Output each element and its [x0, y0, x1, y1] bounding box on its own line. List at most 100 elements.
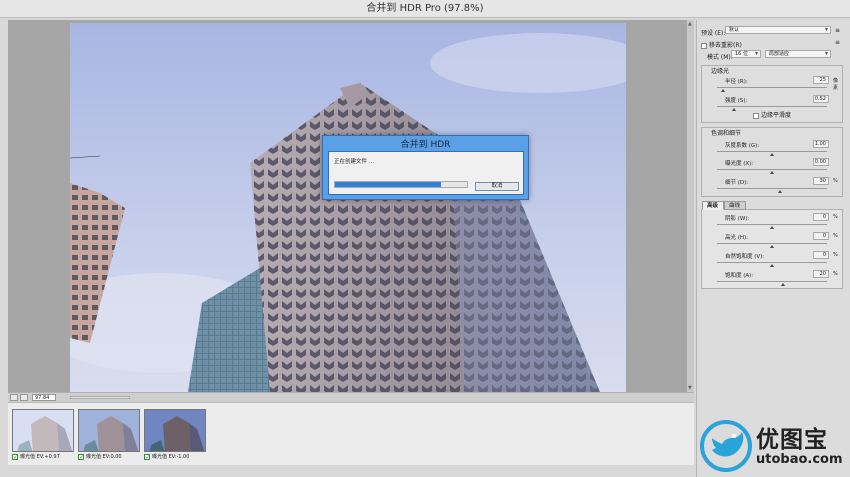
shadow-knob[interactable]	[770, 226, 774, 229]
hdr-settings-panel: 预设 (E): 默认 ≡ 移去重影(R) ≡ 模式 (M): 16 位 局部适应…	[696, 20, 850, 477]
hdr-preview-image	[70, 23, 626, 392]
detail-unit: %	[833, 178, 838, 184]
shadow-track[interactable]	[717, 224, 827, 225]
radius-slider-row: 半径 (R): 25 像素	[717, 76, 839, 95]
exposure-slider-row: 曝光度 (X): 0.00	[717, 158, 835, 177]
merge-progress-dialog: 合并到 HDR 正在创建文件 ... 取消	[322, 135, 529, 200]
radius-unit: 像素	[833, 78, 839, 91]
smooth-edges-option[interactable]: 边缘平滑度	[753, 110, 791, 119]
exposure-knob[interactable]	[770, 171, 774, 174]
vibrance-slider-row: 自然饱和度 (V): 0 %	[717, 251, 838, 270]
shadow-slider-row: 阴影 (W): 0 %	[717, 213, 838, 232]
mode-label: 模式 (M):	[707, 54, 733, 61]
dialog-body: 正在创建文件 ... 取消	[328, 151, 524, 195]
thumbnail-image	[79, 410, 139, 451]
exposure-track[interactable]	[717, 169, 827, 170]
source-thumbnail[interactable]	[144, 409, 206, 452]
preset-label: 预设 (E):	[701, 30, 726, 37]
shadow-unit: %	[833, 214, 838, 220]
saturation-knob[interactable]	[781, 283, 785, 286]
include-checkbox[interactable]: ✓	[144, 453, 150, 460]
method-select[interactable]: 局部适应	[765, 50, 831, 58]
saturation-field[interactable]: 20	[813, 270, 829, 278]
source-thumbnail[interactable]	[12, 409, 74, 452]
preset-select[interactable]: 默认	[725, 26, 831, 34]
tab-advanced[interactable]: 高级	[702, 201, 724, 210]
thumbnail-image	[145, 410, 205, 451]
source-filmstrip: ✓ 曝光值 EV:+0.97 ✓ 曝光值 EV:0.00 ✓ 曝光值 EV:-1.00	[8, 402, 694, 465]
scroll-down-icon[interactable]: ▼	[688, 385, 692, 391]
preview-area[interactable]	[8, 20, 694, 392]
remove-ghost-option[interactable]: 移去重影(R)	[701, 40, 742, 49]
thumbnail-caption: ✓ 曝光值 EV:+0.97	[12, 453, 60, 461]
gamma-track[interactable]	[717, 151, 827, 152]
detail-slider-row: 细节 (D): 30 %	[717, 177, 838, 196]
radius-label: 半径 (R):	[725, 79, 748, 85]
exposure-field[interactable]: 0.00	[813, 158, 829, 166]
ghost-menu-icon[interactable]: ≡	[835, 39, 840, 46]
saturation-track[interactable]	[717, 281, 827, 282]
vibrance-field[interactable]: 0	[813, 251, 829, 259]
vibrance-label: 自然饱和度 (V):	[725, 254, 765, 260]
vibrance-knob[interactable]	[770, 264, 774, 267]
bit-depth-select[interactable]: 16 位	[731, 50, 761, 58]
detail-field[interactable]: 30	[813, 177, 829, 185]
preset-menu-icon[interactable]: ≡	[835, 27, 840, 34]
watermark: 优图宝 utobao.com	[698, 418, 850, 474]
saturation-slider-row: 饱和度 (A): 20 %	[717, 270, 838, 289]
detail-knob[interactable]	[777, 190, 782, 193]
highlight-unit: %	[833, 233, 838, 239]
include-checkbox[interactable]: ✓	[78, 453, 84, 460]
bird-logo-icon	[700, 420, 752, 472]
saturation-unit: %	[833, 271, 838, 277]
strength-field[interactable]: 0.52	[813, 95, 829, 103]
exposure-label: 曝光度 (X):	[725, 161, 754, 167]
gamma-label: 灰度系数 (G):	[725, 143, 760, 149]
watermark-url: utobao.com	[756, 452, 843, 467]
strength-knob[interactable]	[731, 108, 736, 111]
detail-label: 细节 (D):	[725, 180, 749, 186]
shadow-field[interactable]: 0	[813, 213, 829, 221]
scroll-up-icon[interactable]: ▲	[688, 21, 692, 27]
view-toggle-button-2[interactable]	[20, 394, 28, 401]
preview-vertical-scrollbar[interactable]: ▲ ▼	[686, 20, 694, 392]
highlight-track[interactable]	[717, 243, 827, 244]
highlight-field[interactable]: 0	[813, 232, 829, 240]
watermark-name: 优图宝	[756, 427, 828, 453]
strength-track[interactable]	[717, 106, 827, 107]
remove-ghost-checkbox[interactable]	[701, 42, 707, 49]
highlight-label: 高光 (H):	[725, 235, 749, 241]
highlight-slider-row: 高光 (H): 0 %	[717, 232, 838, 251]
progress-bar	[334, 181, 468, 188]
strength-label: 强度 (S):	[725, 98, 748, 104]
cancel-button[interactable]: 取消	[475, 182, 519, 191]
source-thumbnail[interactable]	[78, 409, 140, 452]
radius-field[interactable]: 25	[813, 76, 829, 84]
thumbnail-caption: ✓ 曝光值 EV:0.00	[78, 453, 122, 461]
saturation-label: 饱和度 (A):	[725, 273, 754, 279]
building-photo	[70, 23, 626, 392]
dialog-title: 合并到 HDR	[400, 140, 451, 150]
zoom-field[interactable]: 97.84	[32, 394, 56, 401]
gamma-field[interactable]: 1.00	[813, 140, 829, 148]
shadow-label: 阴影 (W):	[725, 216, 750, 222]
tone-detail-title: 色调和细节	[711, 130, 742, 137]
radius-knob[interactable]	[720, 89, 725, 92]
gamma-knob[interactable]	[770, 153, 774, 156]
highlight-knob[interactable]	[770, 245, 774, 248]
tab-curve[interactable]: 曲线	[724, 201, 746, 210]
smooth-edges-checkbox[interactable]	[753, 112, 759, 119]
gamma-slider-row: 灰度系数 (G): 1.00	[717, 140, 835, 159]
thumbnail-caption: ✓ 曝光值 EV:-1.00	[144, 453, 190, 461]
progress-message: 正在创建文件 ...	[334, 159, 374, 165]
edge-glow-title: 边缘光	[711, 68, 730, 75]
vibrance-track[interactable]	[717, 262, 827, 263]
vibrance-unit: %	[833, 252, 838, 258]
preview-status-bar: 97.84	[8, 392, 694, 402]
detail-track[interactable]	[717, 188, 827, 189]
view-toggle-button[interactable]	[10, 394, 18, 401]
thumbnail-image	[13, 410, 73, 451]
preview-horizontal-scrollbar[interactable]	[70, 396, 130, 399]
radius-track[interactable]	[717, 87, 827, 88]
include-checkbox[interactable]: ✓	[12, 453, 18, 460]
